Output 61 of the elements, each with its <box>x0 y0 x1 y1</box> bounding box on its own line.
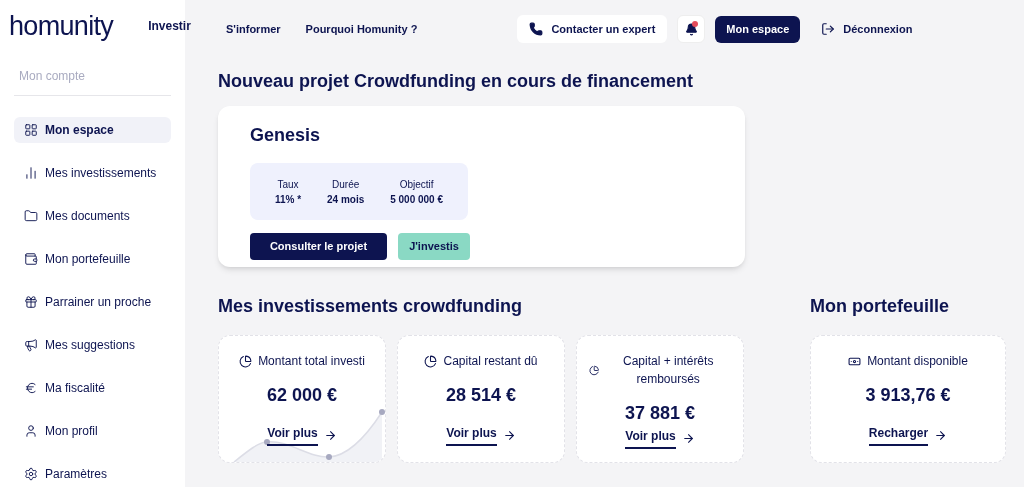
settings-icon <box>24 467 38 481</box>
arrow-right-icon <box>502 428 516 442</box>
megaphone-icon <box>24 338 38 352</box>
fact-label: Taux <box>277 177 299 192</box>
section-title: Mon portefeuille <box>810 295 950 318</box>
contact-button[interactable]: Contacter un expert <box>517 15 668 43</box>
stat-amount: 28 514 € <box>445 384 517 407</box>
stat-amount: 3 913,76 € <box>865 384 951 407</box>
fact-label: Objectif <box>399 177 434 192</box>
grid-icon <box>24 123 38 137</box>
my-space-button[interactable]: Mon espace <box>715 15 801 43</box>
logo[interactable]: homunity <box>9 5 114 47</box>
fact-value: 5 000 000 € <box>390 192 443 207</box>
section-title: Mes investissements crowdfunding <box>218 295 524 318</box>
arrow-right-icon <box>681 431 695 445</box>
see-more-link[interactable]: Voir plus <box>446 424 516 446</box>
sidebar-item[interactable]: Mes suggestions <box>14 332 171 358</box>
see-more-link[interactable]: Voir plus <box>267 424 337 446</box>
logout-icon <box>821 22 836 36</box>
logout-button[interactable]: Déconnexion <box>821 20 913 38</box>
sidebar-item[interactable]: Ma fiscalité <box>14 375 171 401</box>
pie-chart-icon <box>424 354 438 368</box>
nav-link[interactable]: Investir <box>148 17 191 35</box>
stat-amount: 37 881 € <box>624 402 696 425</box>
see-more-link[interactable]: Recharger <box>868 424 948 446</box>
fact-label: Durée <box>332 177 360 192</box>
gift-icon <box>24 295 38 309</box>
folder-icon <box>24 209 38 223</box>
notification-button[interactable] <box>677 15 706 43</box>
stat-label: Montant disponible <box>867 353 968 370</box>
fact-value: 24 mois <box>327 192 365 207</box>
arrow-right-icon <box>934 428 948 442</box>
sidebar-item[interactable]: Mes investissements <box>14 160 171 186</box>
stat-label: Montant total investi <box>258 353 365 370</box>
view-project-button[interactable]: Consulter le projet <box>250 233 387 260</box>
sidebar-item[interactable]: Mon profil <box>14 418 171 444</box>
project-name: Genesis <box>250 124 322 147</box>
stat-label: Capital restant dû <box>443 353 538 370</box>
stat-label: Capital + intérêts remboursés <box>622 353 715 388</box>
pie-chart-icon <box>239 354 253 368</box>
invest-button[interactable]: J'investis <box>398 233 470 260</box>
user-icon <box>24 424 38 438</box>
stat-amount: 62 000 € <box>266 384 338 407</box>
fact-value: 11% * <box>274 192 302 207</box>
nav-link[interactable]: S'informer <box>226 20 281 38</box>
wallet-icon <box>24 252 38 266</box>
arrow-right-icon <box>323 428 337 442</box>
bell-icon <box>684 22 698 36</box>
phone-icon <box>529 22 544 36</box>
bar-chart-icon <box>24 166 38 180</box>
section-label: Mon compte <box>18 69 86 83</box>
sidebar-item[interactable]: Parrainer un proche <box>14 289 171 315</box>
sidebar-item[interactable]: Paramètres <box>14 461 171 487</box>
sidebar-item[interactable]: Mon portefeuille <box>14 246 171 272</box>
sidebar-item[interactable]: Mes documents <box>14 203 171 229</box>
nav-link[interactable]: Pourquoi Homunity ? <box>305 20 418 38</box>
euro-icon <box>24 381 38 395</box>
see-more-link[interactable]: Voir plus <box>625 427 695 449</box>
section-title: Nouveau projet Crowdfunding en cours de financement <box>218 70 695 93</box>
pie-chart-icon <box>589 363 600 377</box>
sidebar-item[interactable]: Mon espace <box>14 117 171 143</box>
